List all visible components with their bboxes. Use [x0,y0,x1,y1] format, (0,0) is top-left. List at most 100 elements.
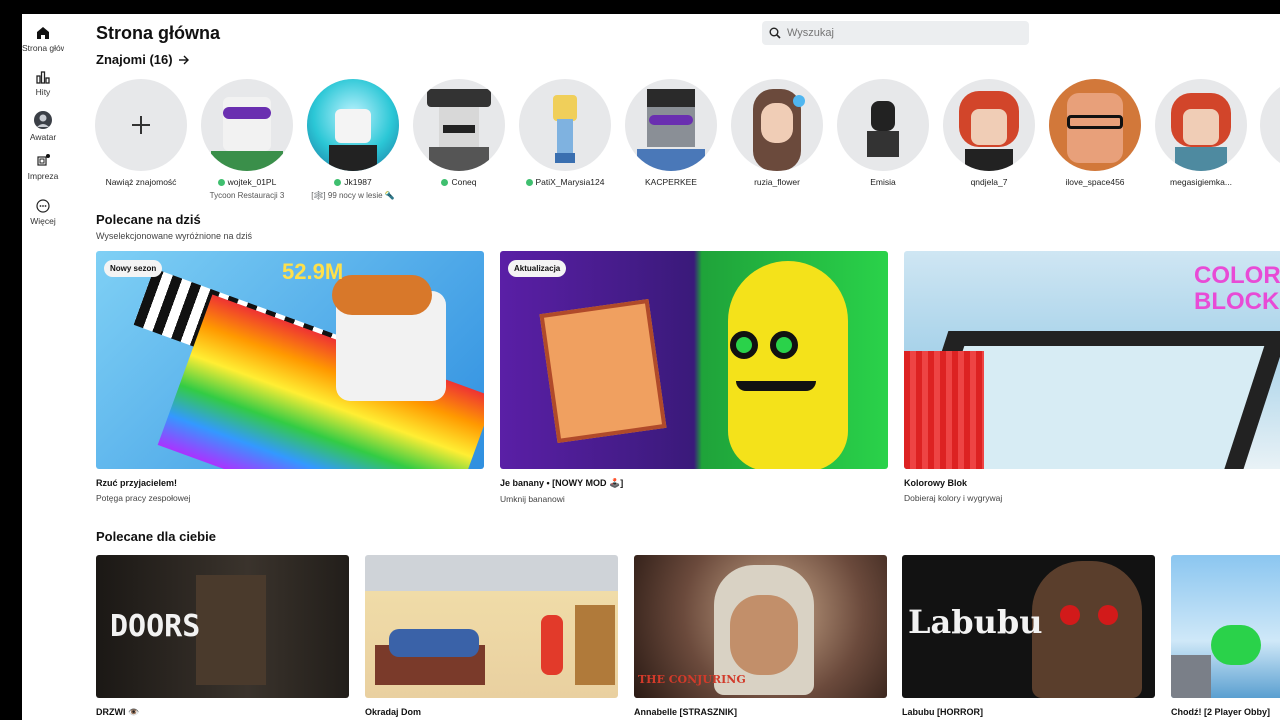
game-title: Labubu [HORROR] [902,707,983,717]
game-title: Chodź! [2 Player Obby] [1171,707,1271,717]
home-icon [37,27,49,39]
friend-name: megasigiemka... [1170,177,1232,187]
friend-name-row: Jk1987 [306,177,400,187]
friend-tile[interactable]: ruzia_flower [730,79,824,187]
avatar [837,79,929,171]
game-thumbnail: COLOR BLOCK [904,251,1280,469]
sidebar-item-party[interactable]: Impreza [22,154,64,181]
top-black-bar [0,0,1280,14]
avatar [625,79,717,171]
friend-tile[interactable]: Coneq [412,79,506,191]
friend-name-row: PatiX_Marysia124 [518,177,612,187]
friend-name: Nawiąż znajomość [105,177,177,187]
sidebar-item-home[interactable]: Strona główna [22,26,64,53]
avatar [731,79,823,171]
friends-row: Nawiąż znajomość wojtek_01PL Tycoon Rest… [94,79,1280,209]
game-overlay-text: Labubu [908,603,1043,641]
online-dot [441,178,449,186]
friend-name: PatiX_Marysia124 [535,177,605,187]
friend-name: ruzia_flower [754,177,800,187]
featured-game-card[interactable]: Aktualizacja Je banany • [NOWY MOD 🕹️] U… [500,251,888,504]
sidebar-item-label: Hity [35,87,51,97]
page-title: Strona główna [96,23,221,43]
online-dot [525,178,533,186]
friends-link[interactable]: Znajomi (16) [96,52,190,67]
friends-heading: Znajomi (16) [96,52,173,67]
avatar [519,79,611,171]
game-subtitle: Umknij bananowi [500,494,565,504]
game-thumbnail: DOORS [96,555,349,698]
sidebar-item-avatar[interactable]: Awatar [22,111,64,142]
friend-name: wojtek_01PL [227,177,277,187]
game-thumbnail: Aktualizacja [500,251,888,469]
friend-name-row: Emisia [836,177,930,187]
avatar [1049,79,1141,171]
game-badge: Nowy sezon [104,260,163,277]
game-overlay-text: DOORS [110,609,201,644]
sidebar-item-label: Więcej [30,216,56,226]
game-thumbnail: Labubu [902,555,1155,698]
recommended-game-card[interactable]: Okradaj Dom [365,555,618,717]
arrow-right-icon [178,55,189,64]
friend-tile[interactable]: KACPERKEE [624,79,718,187]
game-thumbnail [1171,555,1280,698]
avatar [943,79,1035,171]
sidebar-item-charts[interactable]: Hity [22,70,64,97]
sidebar-item-label: Strona główna [22,43,64,53]
recommended-game-card[interactable]: THE CONJURING Annabelle [STRASZNIK] [634,555,887,717]
avatar [413,79,505,171]
featured-game-card[interactable]: COLOR BLOCK Kolorowy Blok Dobieraj kolor… [904,251,1280,503]
friend-name: Jk1987 [344,177,372,187]
online-dot [217,178,225,186]
add-friend-button[interactable]: Nawiąż znajomość [94,79,188,187]
game-title: Annabelle [STRASZNIK] [634,707,738,717]
avatar-icon [34,111,52,129]
game-overlay-text: COLOR BLOCK [1194,262,1280,315]
friend-tile[interactable]: Emisia [836,79,930,187]
game-title: Okradaj Dom [365,707,422,717]
sidebar-item-label: Awatar [29,132,57,142]
friend-name: Emisia [870,177,896,187]
friend-name: ilove_space456 [1065,177,1125,187]
charts-icon [36,71,50,84]
search-input[interactable] [787,27,1017,39]
more-icon [36,199,50,213]
game-thumbnail [365,555,618,698]
sidebar-item-more[interactable]: Więcej [22,199,64,226]
friend-name: KACPERKEE [645,177,697,187]
friend-name: Coneq [451,177,477,187]
friend-tile[interactable]: Jk1987 [🕸️] 99 nocy w lesie 🔦 [306,79,400,200]
avatar [1260,79,1280,171]
friend-name: qndjela_7 [970,177,1008,187]
left-black-bar [0,14,22,720]
friend-tile[interactable]: megasigiemka... [1154,79,1248,187]
recommended-game-card[interactable]: Chodź! [2 Player Obby] [1171,555,1280,717]
friend-status: Tycoon Restauracji 3 [209,191,285,200]
sidebar: Strona główna Hity Awatar Impreza Więcej [22,14,74,720]
game-overlay-text: THE CONJURING [638,673,746,686]
friend-tile[interactable]: wojtek_01PL Tycoon Restauracji 3 [200,79,294,200]
game-thumbnail: THE CONJURING [634,555,887,698]
game-overlay-text: 52.9M [282,259,344,284]
friend-name-row: ilove_space456 [1048,177,1142,187]
friend-tile[interactable]: PatiX_Marysia124 [518,79,612,191]
featured-game-card[interactable]: 52.9M Nowy sezon Rzuć przyjacielem! Potę… [96,251,484,503]
friend-tile-partial[interactable] [1260,79,1280,171]
search-bar[interactable] [762,21,1029,45]
friend-name-row: wojtek_01PL [200,177,294,187]
section-title-recommended: Polecane dla ciebie [96,529,216,544]
friend-name-row: ruzia_flower [730,177,824,187]
game-badge: Aktualizacja [508,260,567,277]
friend-name-row: Coneq [412,177,506,187]
add-friend-avatar [95,79,187,171]
recommended-game-card[interactable]: Labubu Labubu [HORROR] [902,555,1155,717]
friend-name-row: megasigiemka... [1154,177,1248,187]
friend-name-row: KACPERKEE [624,177,718,187]
friend-tile[interactable]: qndjela_7 [942,79,1036,187]
search-icon [769,27,781,39]
recommended-game-card[interactable]: DOORS DRZWI 👁️ [96,555,349,718]
avatar [1155,79,1247,171]
friend-name-row: qndjela_7 [942,177,1036,187]
friend-tile[interactable]: ilove_space456 [1048,79,1142,187]
game-title: DRZWI 👁️ [96,707,140,717]
